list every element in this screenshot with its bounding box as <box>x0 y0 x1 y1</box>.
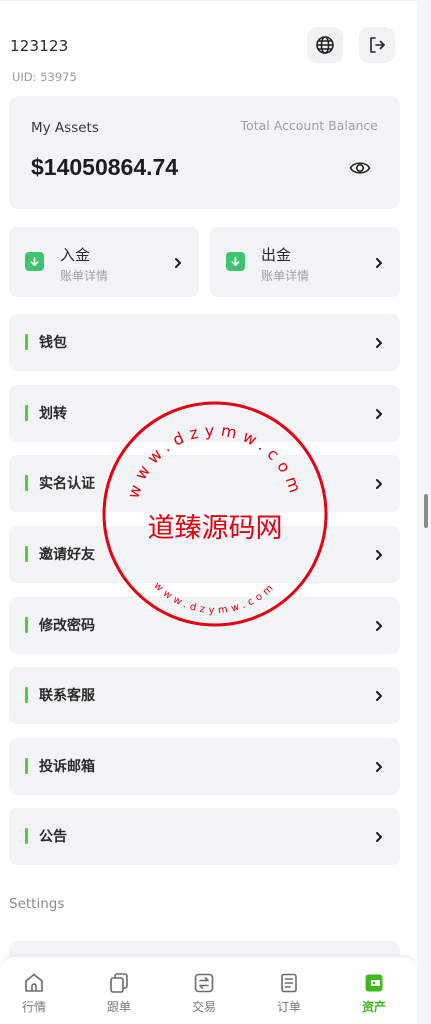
settings-section-title: Settings <box>9 896 65 912</box>
withdraw-subtitle: 账单详情 <box>261 269 310 283</box>
order-icon <box>281 973 297 993</box>
assets-page: 123123 UID: 53975 My Assets Total Accoun… <box>0 0 417 1024</box>
menu-accent-bar <box>25 687 28 703</box>
user-uid: UID: 53975 <box>12 70 77 84</box>
balance-label: Total Account Balance <box>240 118 378 133</box>
chevron-right-icon <box>376 762 382 772</box>
tab-copy-trade[interactable]: 跟单 <box>89 965 149 1021</box>
menu-item-complaint-email[interactable]: 投诉邮箱 <box>9 738 400 795</box>
logout-button[interactable] <box>359 27 395 63</box>
assets-card: My Assets Total Account Balance $1405086… <box>9 96 400 209</box>
chevron-right-icon <box>376 550 382 560</box>
scrollbar-thumb[interactable] <box>424 494 428 528</box>
menu-item-wallet[interactable]: 钱包 <box>9 314 400 371</box>
globe-icon <box>316 36 334 54</box>
menu-item-transfer[interactable]: 划转 <box>9 385 400 442</box>
menu-item-label: 投诉邮箱 <box>39 759 95 775</box>
deposit-title: 入金 <box>60 246 91 264</box>
chevron-right-icon <box>175 258 181 268</box>
chevron-right-icon <box>376 409 382 419</box>
tab-assets[interactable]: 资产 <box>344 965 404 1021</box>
copy-icon <box>110 973 128 993</box>
tab-label: 交易 <box>191 1000 216 1014</box>
tab-orders[interactable]: 订单 <box>259 965 319 1021</box>
menu-item-announcement[interactable]: 公告 <box>9 808 400 865</box>
balance-value: $14050864.74 <box>31 154 179 180</box>
menu-accent-bar <box>25 334 28 350</box>
tab-label: 行情 <box>21 1000 46 1014</box>
chevron-right-icon <box>376 338 382 348</box>
menu-item-label: 联系客服 <box>39 688 95 704</box>
exchange-icon <box>194 973 214 993</box>
menu-accent-bar <box>25 475 28 491</box>
username: 123123 <box>10 37 69 55</box>
withdraw-arrow-icon <box>226 252 245 271</box>
wallet-icon <box>365 974 383 992</box>
tab-market[interactable]: 行情 <box>4 965 64 1021</box>
tab-trade[interactable]: 交易 <box>174 965 234 1021</box>
withdraw-card[interactable]: 出金 账单详情 <box>210 227 400 297</box>
chevron-right-icon <box>376 479 382 489</box>
menu-item-label: 修改密码 <box>39 618 95 634</box>
bottom-tab-bar: 行情 跟单 交易 订单 资产 <box>0 956 417 1024</box>
tab-label: 订单 <box>276 1000 301 1014</box>
menu-item-label: 公告 <box>39 829 67 845</box>
profile-header: 123123 UID: 53975 <box>0 1 417 91</box>
chevron-right-icon <box>376 621 382 631</box>
tab-label: 资产 <box>361 1000 386 1014</box>
language-button[interactable] <box>307 27 343 63</box>
menu-item-invite-friends[interactable]: 邀请好友 <box>9 526 400 583</box>
deposit-card[interactable]: 入金 账单详情 <box>9 227 199 297</box>
menu-item-label: 钱包 <box>39 335 67 351</box>
menu-accent-bar <box>25 405 28 421</box>
menu-item-change-password[interactable]: 修改密码 <box>9 597 400 654</box>
menu-item-verification[interactable]: 实名认证 <box>9 455 400 512</box>
home-icon <box>25 973 43 992</box>
menu-accent-bar <box>25 546 28 562</box>
menu-item-label: 邀请好友 <box>39 547 95 563</box>
deposit-subtitle: 账单详情 <box>60 269 109 283</box>
menu-item-label: 实名认证 <box>39 476 95 492</box>
menu-item-label: 划转 <box>39 406 67 422</box>
menu-item-customer-service[interactable]: 联系客服 <box>9 667 400 724</box>
deposit-arrow-icon <box>25 252 44 271</box>
menu-accent-bar <box>25 758 28 774</box>
tab-label: 跟单 <box>106 1000 131 1014</box>
assets-title: My Assets <box>31 120 99 136</box>
chevron-right-icon <box>376 691 382 701</box>
menu-accent-bar <box>25 617 28 633</box>
withdraw-title: 出金 <box>261 246 292 264</box>
logout-icon <box>370 37 385 53</box>
chevron-right-icon <box>376 258 382 268</box>
eye-icon[interactable] <box>349 159 371 177</box>
menu-accent-bar <box>25 828 28 844</box>
chevron-right-icon <box>376 832 382 842</box>
